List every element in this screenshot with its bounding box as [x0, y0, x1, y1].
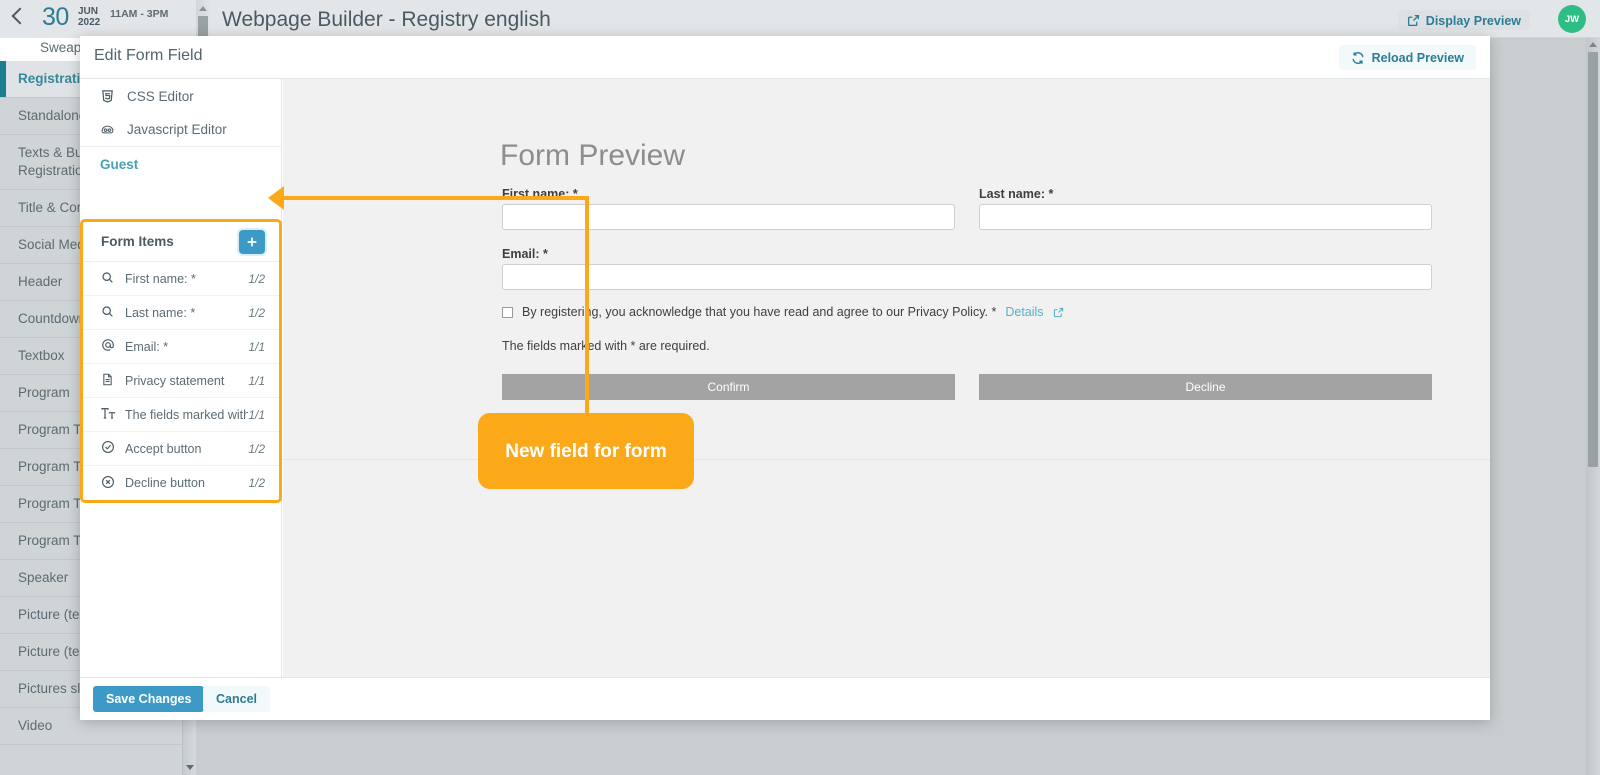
form-item-row[interactable]: First name: * 1/2 — [83, 262, 279, 296]
consent-checkbox[interactable] — [502, 306, 513, 318]
edit-form-field-modal: Edit Form Field Reload Preview CSS Edito… — [80, 36, 1490, 720]
cancel-button[interactable]: Cancel — [203, 686, 270, 712]
modal-title: Edit Form Field — [94, 47, 203, 64]
form-item-label: Decline button — [125, 476, 205, 490]
chevron-down-icon[interactable] — [186, 765, 194, 770]
form-item-width-fraction: 1/2 — [248, 441, 265, 456]
search-icon — [101, 271, 123, 287]
form-item-label: The fields marked with… — [125, 407, 249, 422]
javascript-icon — [100, 122, 115, 137]
css-editor-item[interactable]: CSS Editor — [80, 79, 281, 113]
event-time-range: 11AM - 3PM — [110, 8, 169, 20]
save-changes-button[interactable]: Save Changes — [93, 686, 205, 712]
event-name: Sweap — [40, 40, 82, 55]
external-link-icon — [1053, 307, 1064, 318]
event-date-month: JUN — [78, 6, 99, 17]
canvas-scrollbar-top[interactable] — [196, 0, 210, 38]
sidebar-item-label: Header — [18, 274, 63, 289]
consent-details-link[interactable]: Details — [1005, 305, 1043, 319]
display-preview-button[interactable]: Display Preview — [1397, 10, 1530, 30]
chevron-left-icon[interactable] — [11, 7, 29, 25]
top-bar: 30 JUN 2022 11AM - 3PM Webpage Builder -… — [0, 0, 1600, 38]
add-form-item-button[interactable] — [239, 229, 265, 254]
form-items-title: Form Items — [101, 234, 174, 249]
form-items-list: First name: * 1/2 Last name: * 1/2 Email: * 1… — [83, 262, 279, 500]
preview-first-name-label: First name: * — [502, 187, 578, 201]
css3-icon — [100, 89, 115, 104]
avatar[interactable]: JW — [1558, 5, 1586, 33]
preview-divider — [283, 459, 1490, 460]
consent-text: By registering, you acknowledge that you… — [522, 305, 997, 319]
preview-last-name-input[interactable] — [979, 204, 1432, 230]
sidebar-item-label: Video — [18, 718, 53, 733]
preview-consent-row[interactable]: By registering, you acknowledge that you… — [502, 305, 1064, 319]
sidebar-item-label: Speaker — [18, 570, 69, 585]
preview-confirm-button[interactable]: Confirm — [502, 374, 955, 400]
preview-email-input[interactable] — [502, 264, 1432, 290]
x-circle-icon — [101, 475, 123, 492]
form-items-header: Form Items — [83, 222, 279, 262]
canvas-scrollbar-thumb[interactable] — [1588, 52, 1598, 467]
sidebar-item-label: Countdown — [18, 311, 87, 326]
section-label-guest: Guest — [100, 157, 139, 172]
app-root: 30 JUN 2022 11AM - 3PM Webpage Builder -… — [0, 0, 1600, 775]
form-item-row[interactable]: Accept button 1/2 — [83, 432, 279, 466]
event-date-day: 30 — [42, 3, 69, 31]
sidebar-item-label: Title & Corp — [18, 200, 89, 215]
document-icon — [101, 373, 123, 389]
form-item-label: First name: * — [125, 271, 196, 286]
chevron-up-icon[interactable] — [1589, 42, 1597, 47]
form-item-width-fraction: 1/2 — [248, 271, 265, 286]
plus-icon — [246, 236, 258, 248]
check-circle-icon — [101, 440, 123, 457]
form-item-width-fraction: 1/1 — [248, 373, 265, 388]
form-item-width-fraction: 1/1 — [248, 407, 265, 422]
at-sign-icon — [101, 338, 123, 355]
form-preview-title: Form Preview — [500, 139, 686, 172]
external-link-icon — [1407, 14, 1420, 27]
form-item-row[interactable]: Privacy statement 1/1 — [83, 364, 279, 398]
preview-decline-button[interactable]: Decline — [979, 374, 1432, 400]
text-format-icon — [101, 407, 123, 423]
form-item-row[interactable]: The fields marked with…1/1 — [83, 398, 279, 432]
page-title: Webpage Builder - Registry english — [222, 8, 551, 31]
preview-email-label: Email: * — [502, 247, 548, 261]
event-date-year: 2022 — [78, 17, 101, 28]
chevron-up-icon[interactable] — [199, 6, 207, 11]
sidebar-item-label: Textbox — [18, 348, 65, 363]
form-item-row[interactable]: Email: * 1/1 — [83, 330, 279, 364]
canvas-scrollbar[interactable] — [1586, 38, 1600, 775]
form-item-label: Email: * — [125, 339, 169, 354]
sidebar-item-label: Program Ta — [18, 422, 88, 437]
preview-last-name-label: Last name: * — [979, 187, 1054, 201]
preview-first-name-input[interactable] — [502, 204, 955, 230]
javascript-editor-label: Javascript Editor — [127, 122, 227, 137]
search-icon — [101, 305, 123, 321]
modal-footer: Save Changes Cancel — [80, 677, 1490, 720]
event-summary: 30 JUN 2022 11AM - 3PM — [0, 0, 196, 38]
form-item-label: Privacy statement — [125, 373, 225, 388]
modal-left-pane: CSS Editor Javascript Editor Guest Form … — [80, 79, 282, 677]
reload-preview-button[interactable]: Reload Preview — [1338, 45, 1476, 70]
form-item-label: Accept button — [125, 441, 202, 456]
css-editor-label: CSS Editor — [127, 88, 194, 104]
preview-required-note: The fields marked with * are required. — [502, 339, 710, 353]
reload-preview-label: Reload Preview — [1371, 50, 1464, 65]
form-item-row[interactable]: Last name: * 1/2 — [83, 296, 279, 330]
form-item-row[interactable]: Decline button 1/2 — [83, 466, 279, 500]
form-item-label: Last name: * — [125, 305, 196, 320]
canvas-scrollbar-top-thumb[interactable] — [198, 16, 208, 38]
form-preview-pane: Form Preview First name: * Last name: * … — [283, 79, 1490, 677]
form-item-width-fraction: 1/1 — [248, 339, 265, 354]
modal-header: Edit Form Field Reload Preview — [80, 36, 1490, 79]
form-items-panel: Form Items First name: * 1/2 Last name: * 1… — [80, 219, 282, 503]
display-preview-label: Display Preview — [1425, 13, 1521, 28]
form-item-width-fraction: 1/2 — [248, 305, 265, 320]
refresh-icon — [1351, 51, 1365, 65]
form-item-width-fraction: 1/2 — [248, 476, 265, 490]
sidebar-item-label: Program — [18, 385, 70, 400]
javascript-editor-item[interactable]: Javascript Editor — [80, 113, 281, 147]
